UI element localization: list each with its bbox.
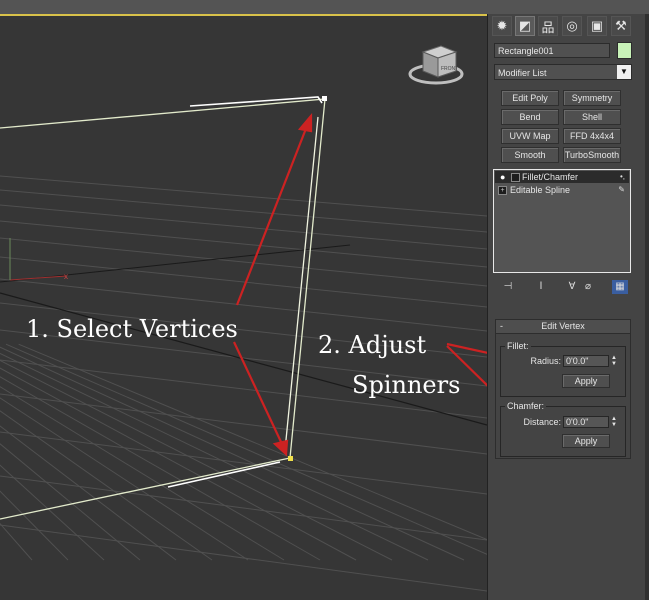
chamfer-group-label: Chamfer: <box>505 401 547 411</box>
rollout-title: Edit Vertex <box>541 321 585 331</box>
edit-vertex-rollout: Edit Vertex - Fillet: Radius: 0'0.0" ▲ ▼ … <box>495 319 631 459</box>
viewcube[interactable]: FRONT <box>408 45 464 85</box>
create-icon: ✹ <box>496 18 508 33</box>
modifier-stack[interactable]: ● Fillet/Chamfer •, + Editable Spline ✎ <box>493 169 631 273</box>
annotation-step1: 1. Select Vertices <box>26 315 238 343</box>
uvw-map-button[interactable]: UVW Map <box>501 128 559 144</box>
annotation-step2-line2: Spinners <box>352 371 461 399</box>
grid-axis-line <box>0 292 487 426</box>
chamfer-apply-button[interactable]: Apply <box>562 434 610 448</box>
axis-x-label: x <box>64 272 68 281</box>
modify-icon: ◩ <box>518 18 532 33</box>
app-window: x FRONT 1. Select Vertices 2. Adjust Spi… <box>0 0 649 600</box>
fillet-group: Fillet: Radius: 0'0.0" ▲ ▼ Apply <box>500 341 626 397</box>
lightbulb-icon[interactable]: ● <box>500 172 508 182</box>
fillet-group-label: Fillet: <box>505 341 531 351</box>
smooth-button[interactable]: Smooth <box>501 147 559 163</box>
motion-tab-icon[interactable]: ◎ <box>562 16 582 36</box>
axis-x <box>9 275 67 281</box>
stack-item-dots-icon: •, <box>619 172 625 181</box>
modifier-list-label: Modifier List <box>498 68 547 78</box>
ffd-4x4x4-button[interactable]: FFD 4x4x4 <box>563 128 621 144</box>
bend-button[interactable]: Bend <box>501 109 559 125</box>
vertex-bottom[interactable] <box>288 456 293 461</box>
stack-item-fillet-chamfer[interactable]: ● Fillet/Chamfer •, <box>495 171 629 183</box>
panel-scrollbar[interactable] <box>645 14 649 600</box>
shell-button[interactable]: Shell <box>563 109 621 125</box>
object-color-swatch[interactable] <box>617 42 632 59</box>
radius-label: Radius: <box>530 356 561 366</box>
turbosmooth-button[interactable]: TurboSmooth <box>563 147 621 163</box>
utilities-tab-icon[interactable]: ⚒ <box>611 16 631 36</box>
top-strip <box>0 0 649 15</box>
hierarchy-tab-icon[interactable]: 品 <box>538 16 558 36</box>
radius-spinner-arrows-icon[interactable]: ▲ ▼ <box>610 355 618 367</box>
stack-item-label: Editable Spline <box>510 185 571 195</box>
hierarchy-icon: 品 <box>541 19 555 35</box>
show-end-result-icon[interactable]: Ⅰ <box>533 280 549 294</box>
chamfer-group: Chamfer: Distance: 0'0.0" ▲ ▼ Apply <box>500 401 626 457</box>
hammer-icon: ⚒ <box>615 18 627 33</box>
distance-spinner-arrows-icon[interactable]: ▲ ▼ <box>610 416 618 428</box>
edit-poly-button[interactable]: Edit Poly <box>501 90 559 106</box>
motion-icon: ◎ <box>566 18 578 33</box>
perspective-viewport[interactable]: x FRONT 1. Select Vertices 2. Adjust Spi… <box>0 16 487 600</box>
viewcube-label: FRONT <box>441 66 458 72</box>
configure-modifier-sets-icon[interactable]: ▦ <box>612 280 628 294</box>
command-panel: ✹ ◩ 品 ◎ ▣ ⚒ Rectangle001 Modifier List ▼… <box>487 14 649 600</box>
command-panel-tabs: ✹ ◩ 品 ◎ ▣ ⚒ <box>492 16 642 38</box>
stack-item-edit-icon: ✎ <box>618 185 625 194</box>
viewport-canvas[interactable]: x FRONT <box>0 16 487 600</box>
distance-spinner-field[interactable]: 0'0.0" <box>563 416 609 428</box>
chevron-down-icon[interactable]: ▼ <box>617 65 631 79</box>
expand-plus-icon[interactable]: + <box>498 186 507 195</box>
stack-toolbar: ⊣ Ⅰ ∀ ⌀ ▦ <box>494 280 634 296</box>
collapse-icon[interactable]: - <box>500 320 503 333</box>
grid-axis-line-2 <box>0 244 351 283</box>
make-unique-icon[interactable]: ∀ <box>564 280 580 294</box>
remove-modifier-icon[interactable]: ⌀ <box>580 280 596 294</box>
modify-tab-icon[interactable]: ◩ <box>515 16 535 36</box>
pin-stack-icon[interactable]: ⊣ <box>500 280 516 294</box>
stack-item-editable-spline[interactable]: + Editable Spline ✎ <box>495 184 629 196</box>
rollout-header[interactable]: Edit Vertex - <box>496 320 630 334</box>
fillet-apply-button[interactable]: Apply <box>562 374 610 388</box>
object-name-field[interactable]: Rectangle001 <box>494 43 610 58</box>
distance-label: Distance: <box>523 417 561 427</box>
vertex-top[interactable] <box>322 96 327 101</box>
stack-expand-box[interactable] <box>511 173 520 182</box>
modifier-list-dropdown[interactable]: Modifier List ▼ <box>494 64 632 80</box>
display-icon: ▣ <box>590 18 604 33</box>
stack-item-label: Fillet/Chamfer <box>522 172 579 182</box>
symmetry-button[interactable]: Symmetry <box>563 90 621 106</box>
display-tab-icon[interactable]: ▣ <box>587 16 607 36</box>
annotation-step2-line1: 2. Adjust <box>318 331 427 359</box>
radius-spinner-field[interactable]: 0'0.0" <box>563 355 609 367</box>
create-tab-icon[interactable]: ✹ <box>492 16 512 36</box>
